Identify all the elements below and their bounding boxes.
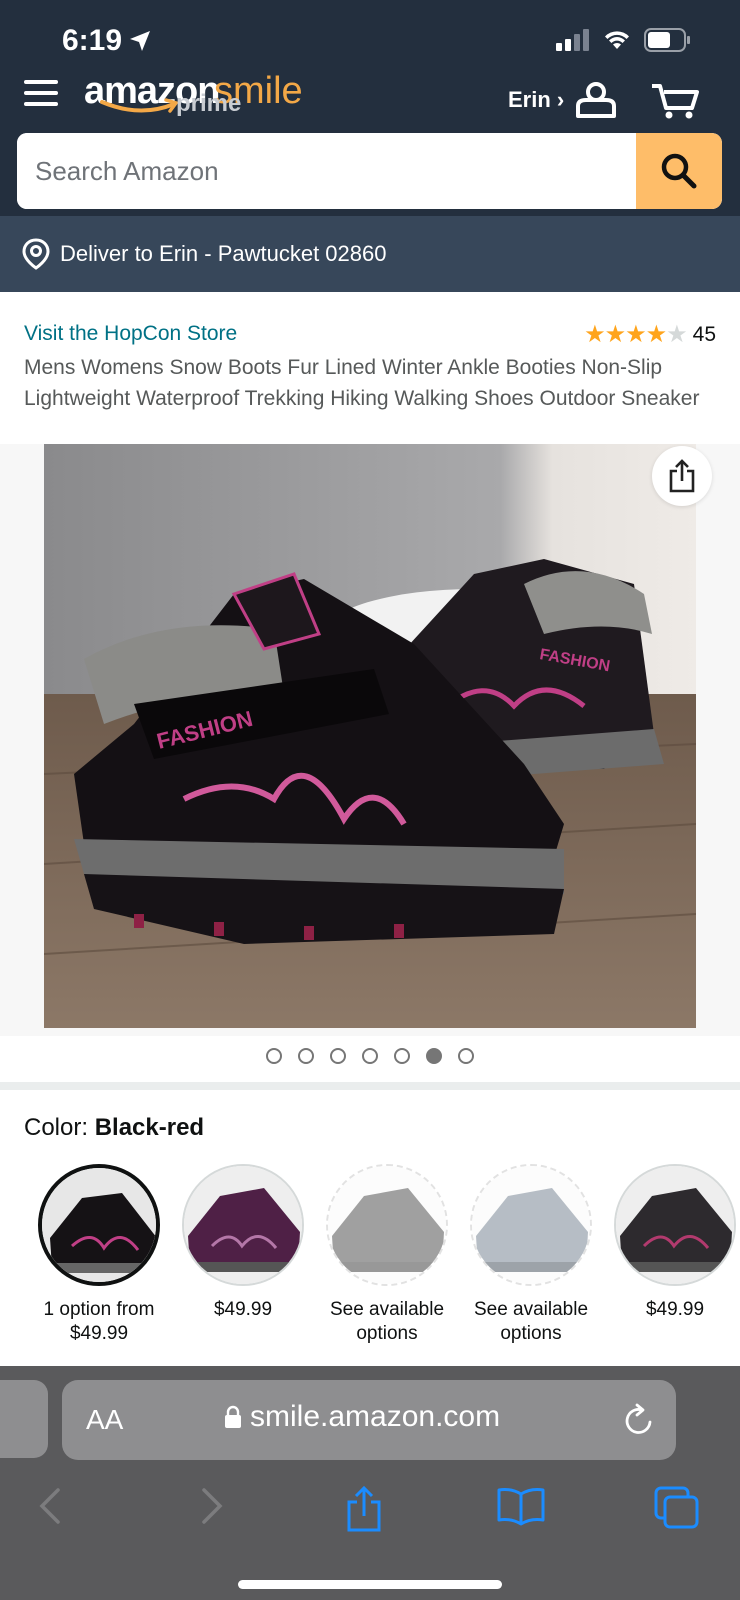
tabs-icon[interactable] <box>654 1486 700 1530</box>
image-dot[interactable] <box>266 1048 282 1064</box>
battery-icon <box>644 28 690 52</box>
status-time: 6:19 <box>62 24 152 58</box>
swatch-price-line2: $49.99 <box>69 1323 129 1344</box>
swatch-thumbnail <box>326 1164 448 1286</box>
user-icon <box>576 82 617 118</box>
image-dot[interactable] <box>458 1048 474 1064</box>
share-icon[interactable] <box>344 1486 384 1534</box>
color-label: Color: Black-red <box>24 1114 204 1142</box>
cart-icon[interactable] <box>650 80 700 120</box>
account-label: Erin › <box>508 87 565 112</box>
image-dot[interactable] <box>394 1048 410 1064</box>
page: 6:19 amazon smile prime Erin › Search Am… <box>0 0 740 1600</box>
color-value: Black-red <box>94 1114 205 1141</box>
rating-count: 45 <box>692 322 716 346</box>
previous-tab-preview[interactable] <box>0 1380 48 1458</box>
swatch-thumbnail <box>470 1164 592 1286</box>
share-icon <box>669 459 695 493</box>
share-button[interactable] <box>652 446 712 506</box>
hamburger-menu-icon[interactable] <box>24 80 60 108</box>
url-text: smile.amazon.com <box>250 1400 501 1433</box>
image-dot[interactable] <box>362 1048 378 1064</box>
product-title: Mens Womens Snow Boots Fur Lined Winter … <box>24 356 700 410</box>
status-icons <box>556 28 690 52</box>
signal-icon <box>556 29 589 51</box>
bookmarks-icon[interactable] <box>496 1486 546 1526</box>
section-divider <box>0 1082 740 1090</box>
logo-prime: prime <box>176 90 242 117</box>
star-rating-icon: ★★★★★ <box>584 321 688 348</box>
location-pin-icon <box>22 238 50 270</box>
visit-store-link[interactable]: Visit the HopCon Store <box>24 322 237 346</box>
swatch-price-line1: $49.99 <box>645 1299 705 1320</box>
image-dot[interactable] <box>298 1048 314 1064</box>
search-input[interactable] <box>17 133 636 209</box>
swatch-price: 1 option from $49.99 <box>26 1298 172 1346</box>
swatch-price-line2: options <box>356 1323 418 1344</box>
image-dot-active[interactable] <box>426 1048 442 1064</box>
swatch-price: $49.99 <box>170 1298 316 1322</box>
smile-arrow-icon <box>100 98 179 113</box>
home-indicator <box>238 1580 502 1589</box>
product-photo: FASHION FASHION <box>44 444 696 1028</box>
search-icon <box>661 153 697 189</box>
lock-icon <box>225 1405 241 1428</box>
deliver-text: Deliver to Erin - Pawtucket 02860 <box>60 241 387 266</box>
product-image-gallery[interactable]: FASHION FASHION <box>0 444 740 1036</box>
wifi-icon <box>605 31 629 49</box>
amazon-header: amazon smile prime Erin › <box>0 70 740 216</box>
swatch-price-line1: $49.99 <box>213 1299 273 1320</box>
swatch-thumbnail <box>614 1164 736 1286</box>
color-swatch-grey-blue[interactable]: See available options <box>458 1164 604 1346</box>
color-swatches: 1 option from $49.99 $49.99 See availabl… <box>26 1164 740 1364</box>
back-icon[interactable] <box>36 1486 66 1526</box>
reader-options-button[interactable]: AA <box>86 1404 123 1436</box>
color-swatch-black-red[interactable]: 1 option from $49.99 <box>26 1164 172 1346</box>
forward-icon[interactable] <box>196 1486 226 1526</box>
search-button[interactable] <box>636 133 722 209</box>
clock-text: 6:19 <box>62 24 123 57</box>
url-display[interactable]: smile.amazon.com <box>224 1400 500 1434</box>
location-arrow-icon <box>130 31 151 51</box>
safari-nav-bar <box>0 1486 740 1546</box>
search-bar <box>17 133 722 209</box>
account-button[interactable]: Erin › <box>508 82 618 118</box>
swatch-thumbnail <box>182 1164 304 1286</box>
swatch-price-line2: options <box>500 1323 562 1344</box>
color-swatch-purple[interactable]: $49.99 <box>170 1164 316 1322</box>
swatch-price: See available options <box>458 1298 604 1346</box>
swatch-price-line1: See available <box>473 1299 589 1320</box>
reload-icon[interactable] <box>622 1402 656 1438</box>
address-bar[interactable]: AA smile.amazon.com <box>62 1380 676 1460</box>
swatch-price-line1: 1 option from <box>43 1299 155 1320</box>
amazon-smile-logo[interactable]: amazon smile prime <box>84 70 324 132</box>
image-dot[interactable] <box>330 1048 346 1064</box>
swatch-price-line1: See available <box>329 1299 445 1320</box>
deliver-to-bar[interactable]: Deliver to Erin - Pawtucket 02860 <box>0 216 740 292</box>
swatch-price: $49.99 <box>602 1298 740 1322</box>
rating-summary[interactable]: ★★★★★ 45 <box>584 320 716 349</box>
color-swatch-grey[interactable]: See available options <box>314 1164 460 1346</box>
swatch-thumbnail <box>38 1164 160 1286</box>
color-label-prefix: Color: <box>24 1114 95 1141</box>
swatch-price: See available options <box>314 1298 460 1346</box>
image-pagination-dots <box>0 1048 740 1064</box>
color-swatch-dark-grey[interactable]: $49.99 <box>602 1164 740 1322</box>
safari-toolbar: AA smile.amazon.com <box>0 1366 740 1600</box>
